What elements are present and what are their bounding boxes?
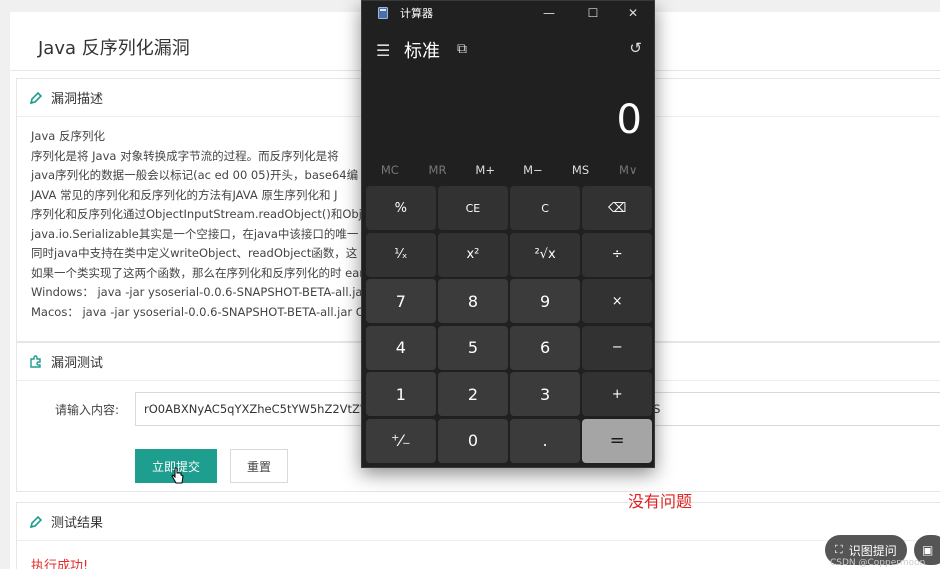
clear-entry-key[interactable]: CE [438, 186, 508, 230]
digit-1-key[interactable]: 1 [366, 372, 436, 416]
watermark: CSDN @Coppermoon [830, 558, 926, 568]
hand-cursor-icon [171, 467, 184, 484]
maximize-button[interactable]: ☐ [574, 4, 612, 22]
digit-3-key[interactable]: 3 [510, 372, 580, 416]
memory-subtract-button[interactable]: M− [509, 163, 557, 177]
digit-4-key[interactable]: 4 [366, 325, 436, 370]
memory-list-button[interactable]: M∨ [604, 163, 652, 177]
reset-button[interactable]: 重置 [230, 449, 288, 483]
memory-clear-button[interactable]: MC [366, 163, 414, 177]
calculator-display: 0 [616, 97, 642, 143]
equals-key[interactable]: = [582, 418, 652, 463]
memory-row: MC MR M+ M− MS M∨ [366, 163, 652, 177]
divide-key[interactable]: ÷ [582, 232, 652, 277]
digit-2-key[interactable]: 2 [438, 372, 508, 416]
digit-5-key[interactable]: 5 [438, 325, 508, 370]
reciprocal-key[interactable]: ¹⁄ₓ [366, 232, 436, 277]
square-root-key[interactable]: ²√x [510, 232, 580, 277]
minimize-button[interactable]: — [530, 4, 568, 22]
annotation-note: 没有问题 [628, 492, 693, 511]
result-panel: 测试结果 执行成功! [16, 502, 940, 569]
digit-6-key[interactable]: 6 [510, 325, 580, 370]
decimal-key[interactable]: . [510, 418, 580, 463]
ocr-ask-label: 识图提问 [848, 543, 897, 558]
pen-icon [29, 515, 43, 529]
menu-icon[interactable]: ☰ [376, 41, 390, 60]
memory-store-button[interactable]: MS [557, 163, 605, 177]
description-heading: 漏洞描述 [51, 92, 104, 107]
mode-row: ☰ 标准 ⧉ ↺ [362, 37, 654, 62]
digit-7-key[interactable]: 7 [366, 279, 436, 323]
image-icon: ▣ [922, 543, 934, 557]
test-heading: 漏洞测试 [51, 356, 104, 371]
history-icon[interactable]: ↺ [629, 39, 642, 57]
puzzle-icon [29, 354, 43, 369]
digit-9-key[interactable]: 9 [510, 279, 580, 323]
result-heading: 测试结果 [51, 516, 104, 531]
keypad: % CE C ⌫ ¹⁄ₓ x² ²√x ÷ 7 8 9 × 4 5 6 − 1 … [366, 186, 652, 463]
calculator-window-title: 计算器 [400, 7, 433, 20]
add-key[interactable]: + [582, 372, 652, 416]
keep-on-top-icon[interactable]: ⧉ [457, 41, 467, 57]
memory-recall-button[interactable]: MR [414, 163, 462, 177]
close-button[interactable]: ✕ [614, 4, 652, 22]
result-text: 执行成功! [31, 559, 89, 569]
percent-key[interactable]: % [366, 186, 436, 230]
backspace-key[interactable]: ⌫ [582, 186, 652, 230]
result-panel-header: 测试结果 [17, 503, 940, 541]
subtract-key[interactable]: − [582, 325, 652, 370]
negate-key[interactable]: ⁺⁄₋ [366, 418, 436, 463]
digit-8-key[interactable]: 8 [438, 279, 508, 323]
calculator-window: 计算器 — ☐ ✕ ☰ 标准 ⧉ ↺ 0 MC MR M+ M− MS M∨ %… [361, 0, 655, 468]
input-label: 请输入内容: [55, 403, 120, 417]
mode-title: 标准 [404, 41, 440, 62]
clear-key[interactable]: C [510, 186, 580, 230]
pen-icon [29, 91, 43, 105]
digit-0-key[interactable]: 0 [438, 418, 508, 463]
calculator-app-icon [378, 7, 388, 19]
multiply-key[interactable]: × [582, 279, 652, 323]
square-key[interactable]: x² [438, 232, 508, 277]
page-title: Java 反序列化漏洞 [38, 38, 190, 59]
scan-icon: ⛶ [835, 543, 843, 556]
memory-add-button[interactable]: M+ [461, 163, 509, 177]
